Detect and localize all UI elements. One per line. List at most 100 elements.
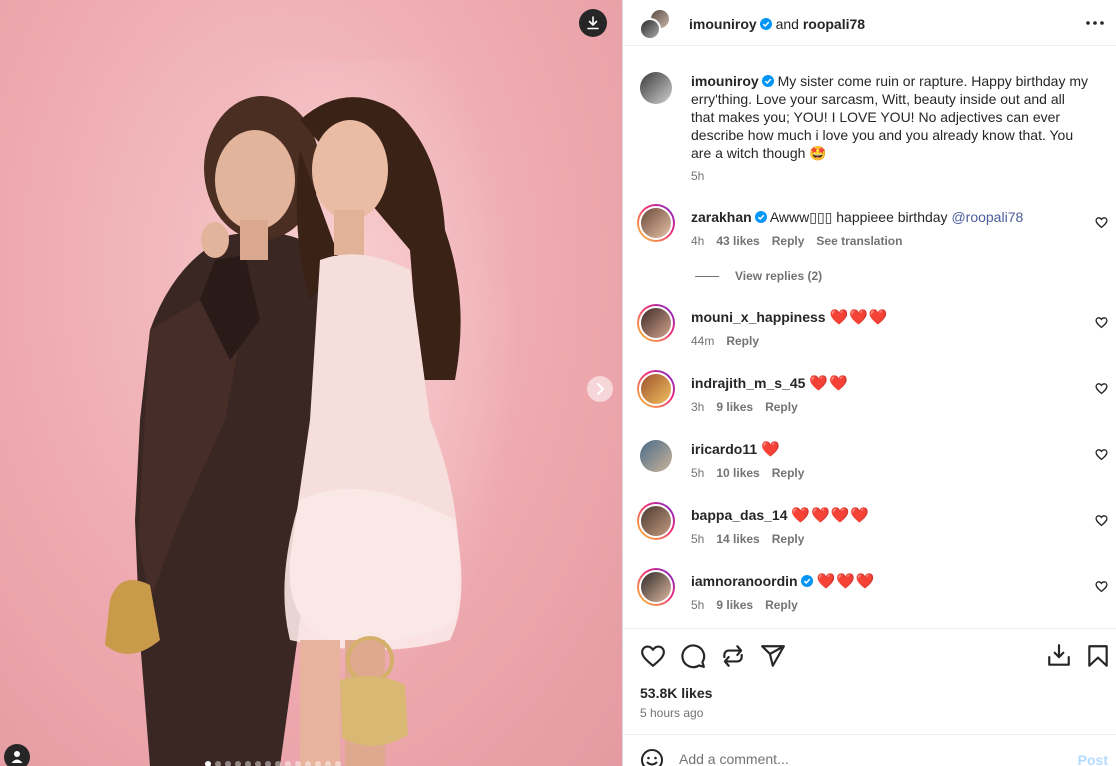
post-media[interactable] <box>0 0 622 766</box>
post-header: imouniroy and roopali78 <box>623 0 1116 46</box>
comment-icon[interactable] <box>680 643 706 669</box>
comment-body: ❤️ <box>761 441 781 458</box>
comment-time[interactable]: 4h <box>691 234 704 248</box>
reply-button[interactable]: Reply <box>772 466 805 480</box>
verified-badge-icon <box>761 75 774 87</box>
comment-text: mouni_x_happiness ❤️❤️❤️ <box>691 308 1091 327</box>
avatar[interactable] <box>637 204 675 242</box>
comment-text: zarakhan Awww▯▯▯ happieee birthday @roop… <box>691 208 1091 226</box>
comment-time[interactable]: 3h <box>691 400 704 414</box>
comment-meta: 5h 9 likes Reply <box>691 598 798 612</box>
authors-connector: and <box>775 16 799 32</box>
user-icon <box>11 751 23 763</box>
carousel-dot <box>235 761 241 766</box>
right-bag <box>340 676 408 746</box>
caption-time: 5h <box>691 169 705 183</box>
see-translation-button[interactable]: See translation <box>816 234 902 248</box>
caption-text: imouniroy My sister come ruin or rapture… <box>691 72 1091 162</box>
view-replies-label: View replies (2) <box>735 269 823 283</box>
comment-likes[interactable]: 10 likes <box>716 466 759 480</box>
reply-button[interactable]: Reply <box>726 334 759 348</box>
comment-input[interactable] <box>679 751 1059 766</box>
action-bar: 53.8K likes 5 hours ago <box>623 628 1116 734</box>
comment-likes[interactable]: 9 likes <box>716 598 753 612</box>
comment-text: iricardo11 ❤️ <box>691 440 1091 459</box>
download-post-icon[interactable] <box>1046 643 1072 669</box>
comment-username[interactable]: indrajith_m_s_45 <box>691 375 805 391</box>
like-heart-icon[interactable] <box>640 643 666 669</box>
avatar[interactable] <box>637 370 675 408</box>
comment-username[interactable]: bappa_das_14 <box>691 507 788 523</box>
comment-time[interactable]: 5h <box>691 598 704 612</box>
author-username[interactable]: imouniroy <box>689 16 757 32</box>
left-person-face <box>215 130 295 230</box>
comment-likes[interactable]: 43 likes <box>716 234 759 248</box>
comment-likes[interactable]: 9 likes <box>716 400 753 414</box>
carousel-indicator <box>205 761 341 766</box>
like-count[interactable]: 53.8K likes <box>640 685 712 701</box>
save-bookmark-icon[interactable] <box>1085 643 1111 669</box>
carousel-next-button[interactable] <box>587 376 613 402</box>
emoji-picker-icon[interactable] <box>640 748 664 766</box>
chevron-right-icon <box>597 383 604 395</box>
comment-meta: 3h 9 likes Reply <box>691 400 798 414</box>
view-replies-button[interactable]: View replies (2) <box>695 269 822 283</box>
post-timestamp[interactable]: 5 hours ago <box>640 706 703 720</box>
post-photo <box>105 96 462 766</box>
download-icon <box>587 16 599 30</box>
avatar <box>639 18 661 40</box>
comment-username[interactable]: mouni_x_happiness <box>691 309 826 325</box>
comment-meta: 5h 14 likes Reply <box>691 532 804 546</box>
more-options-icon[interactable] <box>1085 14 1105 32</box>
avatar[interactable] <box>640 440 672 472</box>
caption-meta: 5h <box>691 169 704 183</box>
comment-meta: 5h 10 likes Reply <box>691 466 804 480</box>
carousel-dot <box>305 761 311 766</box>
comment-time[interactable]: 5h <box>691 532 704 546</box>
coauthor-username[interactable]: roopali78 <box>803 16 865 32</box>
comment-like-heart-icon[interactable] <box>1095 382 1108 395</box>
reply-button[interactable]: Reply <box>772 532 805 546</box>
carousel-dot <box>255 761 261 766</box>
post-comment-button[interactable]: Post <box>1078 752 1108 766</box>
comment-body: ❤️❤️ <box>809 375 849 392</box>
carousel-dot <box>335 761 341 766</box>
coauthor-avatars[interactable] <box>639 8 671 40</box>
comment-time[interactable]: 5h <box>691 466 704 480</box>
post-sidebar: imouniroy and roopali78 imouniroy My sis… <box>622 0 1116 766</box>
comment-like-heart-icon[interactable] <box>1095 448 1108 461</box>
replies-divider <box>695 275 719 277</box>
reply-button[interactable]: Reply <box>772 234 805 248</box>
comment-time[interactable]: 44m <box>691 334 714 348</box>
comment-text: iamnoranoordin ❤️❤️❤️ <box>691 572 1091 591</box>
comment-likes[interactable]: 14 likes <box>716 532 759 546</box>
comment-mention[interactable]: @roopali78 <box>951 209 1023 225</box>
reply-button[interactable]: Reply <box>765 598 798 612</box>
comment-like-heart-icon[interactable] <box>1095 216 1108 229</box>
comment-composer: Post <box>623 734 1116 766</box>
comment-like-heart-icon[interactable] <box>1095 514 1108 527</box>
carousel-dot <box>315 761 321 766</box>
comment-username[interactable]: zarakhan <box>691 209 752 225</box>
carousel-dot <box>205 761 211 766</box>
avatar[interactable] <box>640 72 672 104</box>
share-icon[interactable] <box>760 643 786 669</box>
caption-username[interactable]: imouniroy <box>691 73 759 89</box>
comment-body: ❤️❤️❤️ <box>829 309 889 326</box>
carousel-dot <box>295 761 301 766</box>
avatar[interactable] <box>637 568 675 606</box>
comment-like-heart-icon[interactable] <box>1095 316 1108 329</box>
verified-badge-icon <box>759 18 772 30</box>
tagged-users-button[interactable] <box>4 744 30 766</box>
comment-meta: 44m Reply <box>691 334 759 348</box>
repost-icon[interactable] <box>720 643 746 669</box>
comment-like-heart-icon[interactable] <box>1095 580 1108 593</box>
avatar[interactable] <box>637 502 675 540</box>
comment-username[interactable]: iricardo11 <box>691 441 757 457</box>
avatar[interactable] <box>637 304 675 342</box>
right-person-face <box>312 120 388 220</box>
comment-meta: 4h 43 likes Reply See translation <box>691 234 902 248</box>
reply-button[interactable]: Reply <box>765 400 798 414</box>
download-button[interactable] <box>579 9 607 37</box>
comment-username[interactable]: iamnoranoordin <box>691 573 798 589</box>
